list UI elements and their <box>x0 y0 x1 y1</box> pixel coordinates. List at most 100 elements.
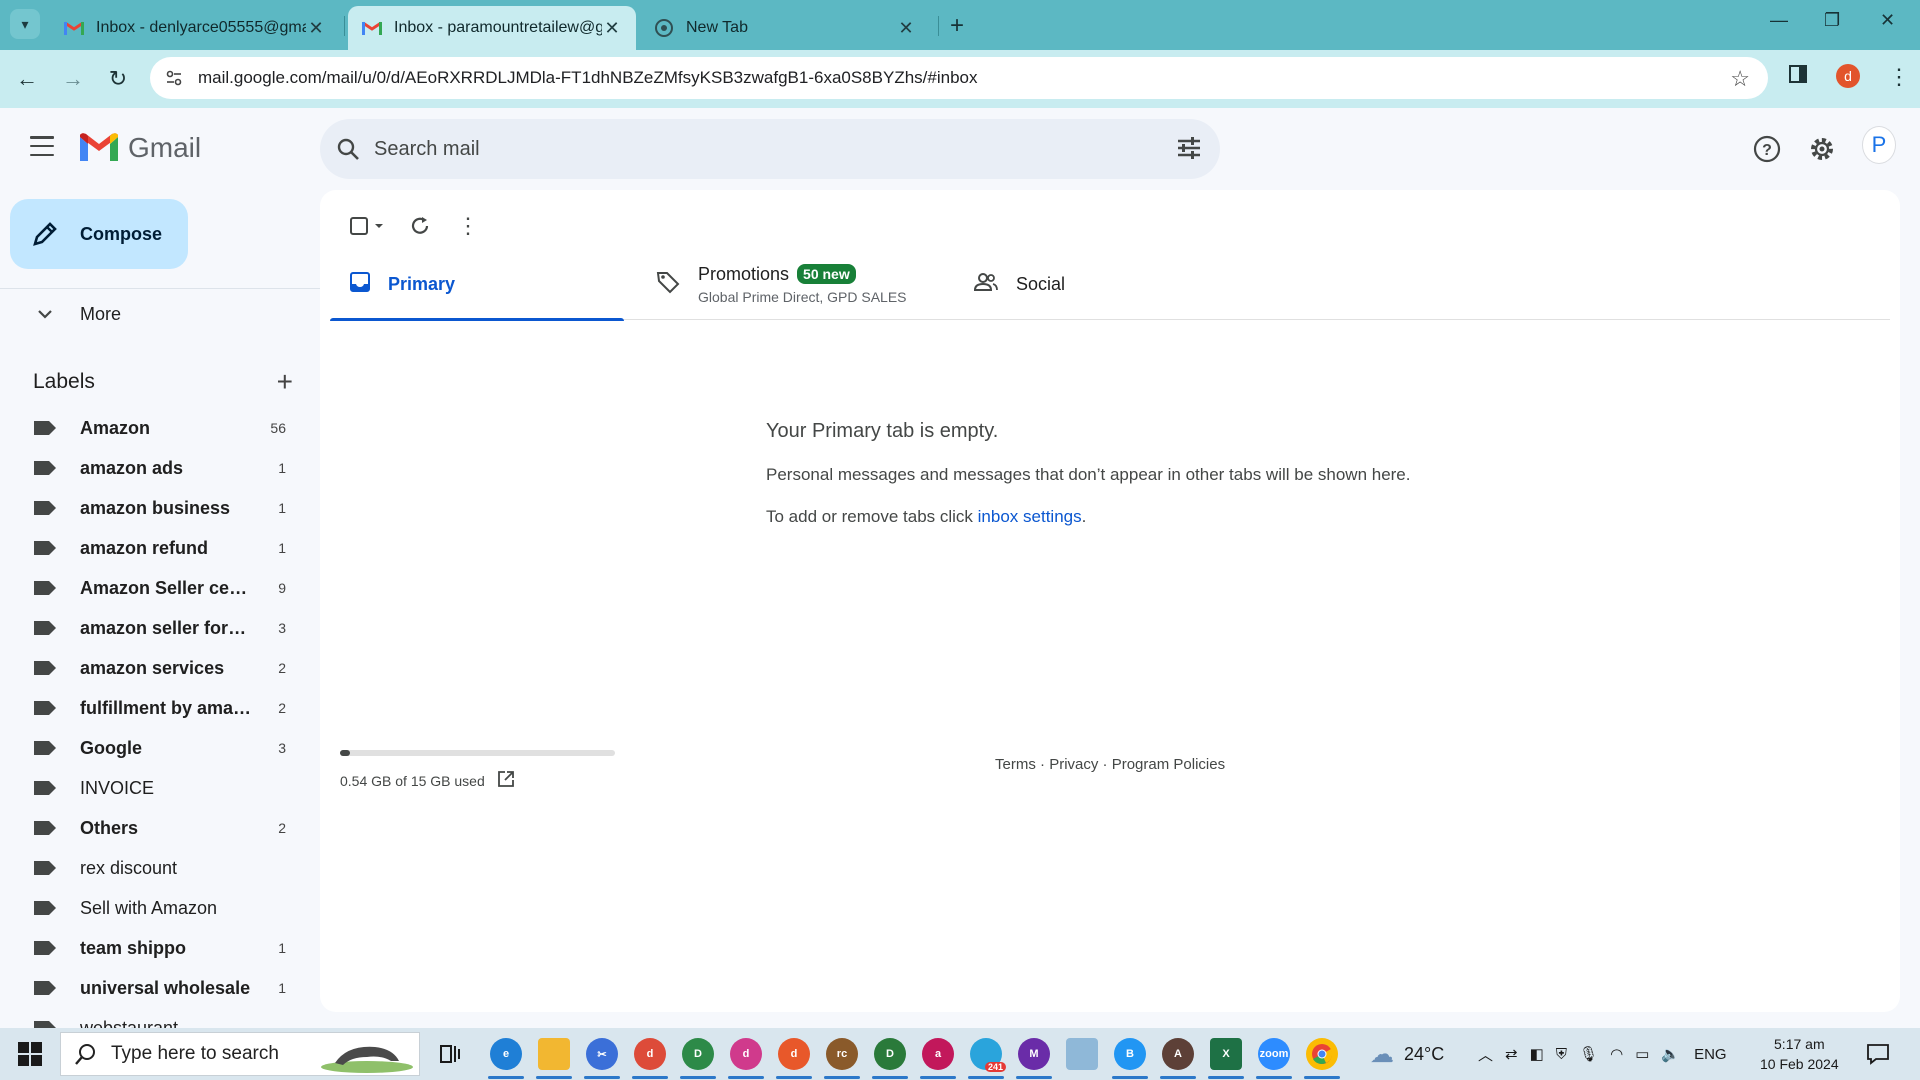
search-input[interactable] <box>374 137 1134 161</box>
sidebar-label-item[interactable]: Google 3 <box>0 728 300 768</box>
chrome-profile-icon[interactable]: B <box>1114 1038 1146 1070</box>
sidebar-item-more[interactable]: More <box>0 296 300 332</box>
sidebar-label-item[interactable]: amazon ads 1 <box>0 448 300 488</box>
search-icon[interactable] <box>336 137 360 161</box>
label-unread-count: 3 <box>278 740 286 756</box>
google-account-avatar[interactable]: P <box>1862 126 1896 164</box>
network-transfer-icon[interactable]: ⇄ <box>1505 1045 1518 1063</box>
show-hidden-icons-chevron-icon[interactable]: ︿ <box>1478 1044 1493 1065</box>
sidebar-label-item[interactable]: Others 2 <box>0 808 300 848</box>
edge-browser-icon[interactable]: e <box>490 1038 522 1070</box>
weather-widget[interactable]: ☁ 24°C <box>1370 1028 1444 1080</box>
search-bar[interactable] <box>320 119 1220 179</box>
telegram-icon[interactable]: 241 <box>970 1038 1006 1072</box>
back-arrow-icon[interactable]: ← <box>12 64 42 94</box>
external-link-icon[interactable] <box>497 770 515 791</box>
chrome-profile-icon[interactable]: D <box>682 1038 714 1070</box>
chrome-profile-icon[interactable]: d <box>730 1038 762 1070</box>
chrome-profile-icon[interactable]: a <box>922 1038 954 1070</box>
settings-gear-icon[interactable] <box>1805 132 1839 166</box>
chrome-profile-icon[interactable]: M <box>1018 1038 1050 1070</box>
tab-primary[interactable]: Primary <box>330 248 624 321</box>
notepad-icon[interactable] <box>1066 1038 1098 1070</box>
browser-profile-avatar[interactable]: d <box>1836 64 1860 88</box>
wifi-icon[interactable]: ◠ <box>1610 1045 1623 1063</box>
inbox-settings-link[interactable]: inbox settings <box>978 507 1082 526</box>
sidebar-label-item[interactable]: amazon seller foru... 3 <box>0 608 300 648</box>
close-icon[interactable]: ✕ <box>896 18 916 39</box>
taskbar-search-box[interactable]: Type here to search <box>60 1032 420 1076</box>
sidebar-label-item[interactable]: Amazon 56 <box>0 408 300 448</box>
chrome-profile-icon[interactable]: D <box>874 1038 906 1070</box>
close-icon[interactable]: ✕ <box>306 18 326 39</box>
sidebar-label-item[interactable]: fulfillment by amaz... 2 <box>0 688 300 728</box>
sidebar-label-item[interactable]: amazon refund 1 <box>0 528 300 568</box>
tab-promotions[interactable]: Promotions 50 new Global Prime Direct, G… <box>656 248 907 320</box>
file-explorer-icon[interactable] <box>538 1038 570 1070</box>
sidebar-label-item[interactable]: amazon services 2 <box>0 648 300 688</box>
microphone-icon[interactable]: 🎙 <box>1579 1045 1598 1063</box>
excel-icon[interactable]: X <box>1210 1038 1242 1070</box>
forward-arrow-icon[interactable]: → <box>58 64 88 94</box>
label-name: amazon refund <box>80 537 209 558</box>
browser-tab-1[interactable]: Inbox - denlyarce05555@gmail.com - Gmail… <box>50 6 340 50</box>
refresh-icon[interactable] <box>400 206 440 246</box>
bookmark-star-icon[interactable]: ☆ <box>1730 66 1750 92</box>
security-shield-icon[interactable]: ⛨ <box>1556 1046 1567 1063</box>
create-label-plus-icon[interactable]: + <box>277 368 293 396</box>
weather-cloud-icon: ☁ <box>1370 1040 1394 1068</box>
profile-initial: d <box>1836 64 1860 88</box>
side-panel-icon[interactable] <box>1788 64 1808 89</box>
reload-icon[interactable]: ↻ <box>103 64 133 94</box>
browser-tab-2[interactable]: Inbox - paramountretailew@gmail.com - Gm… <box>348 6 636 50</box>
close-icon[interactable]: ✕ <box>602 18 622 39</box>
battery-icon[interactable]: ▭ <box>1635 1045 1649 1063</box>
main-menu-icon[interactable] <box>30 136 54 156</box>
storage-bar-fill <box>340 750 350 756</box>
chrome-profile-icon[interactable]: d <box>634 1038 666 1070</box>
browser-menu-icon[interactable]: ⋮ <box>1888 64 1910 90</box>
support-help-icon[interactable]: ? <box>1750 132 1784 166</box>
gmail-logo[interactable]: Gmail <box>80 132 201 164</box>
restore-icon[interactable]: ❐ <box>1824 10 1840 31</box>
chrome-profile-icon[interactable]: rc <box>826 1038 858 1070</box>
sidebar-label-item[interactable]: universal wholesale 1 <box>0 968 300 1008</box>
zoom-icon[interactable]: zoom <box>1258 1038 1290 1070</box>
tab-social[interactable]: Social <box>973 248 1065 320</box>
compose-button[interactable]: Compose <box>10 199 188 269</box>
sidebar-label-item[interactable]: amazon business 1 <box>0 488 300 528</box>
address-bar[interactable]: mail.google.com/mail/u/0/d/AEoRXRRDLJMDl… <box>150 57 1768 99</box>
tab-promotions-label: Promotions <box>698 263 790 284</box>
sidebar-label-item[interactable]: webstaurant <box>0 1008 300 1028</box>
chrome-profile-icon[interactable]: d <box>778 1038 810 1070</box>
tab-title: Inbox - denlyarce05555@gmail.com - Gmail <box>96 19 306 36</box>
snipping-tool-icon[interactable]: ✂ <box>586 1038 618 1070</box>
select-checkbox[interactable] <box>340 206 394 246</box>
sidebar-label-item[interactable]: Sell with Amazon <box>0 888 300 928</box>
sidebar-label-item[interactable]: INVOICE <box>0 768 300 808</box>
system-clock[interactable]: 5:17 am 10 Feb 2024 <box>1760 1034 1839 1074</box>
chrome-profile-icon[interactable]: A <box>1162 1038 1194 1070</box>
minimize-icon[interactable]: — <box>1770 10 1788 31</box>
more-options-icon[interactable]: ⋮ <box>448 206 488 246</box>
windows-taskbar: Type here to search e ✂ d D d d rc D a 2… <box>0 1028 1920 1080</box>
task-view-icon[interactable] <box>434 1038 466 1070</box>
chrome-icon[interactable] <box>1306 1038 1338 1070</box>
program-policies-link[interactable]: Program Policies <box>1112 756 1225 773</box>
site-info-icon[interactable] <box>162 66 186 90</box>
windows-start-icon[interactable] <box>18 1042 42 1071</box>
sidebar-label-item[interactable]: Amazon Seller cent... 9 <box>0 568 300 608</box>
input-language[interactable]: ENG <box>1694 1046 1727 1063</box>
app-tray-icon[interactable]: ◧ <box>1530 1045 1544 1063</box>
new-tab-plus-icon[interactable]: + <box>950 12 964 40</box>
browser-tab-3[interactable]: New Tab ✕ <box>640 6 930 50</box>
volume-icon[interactable]: 🔈 <box>1661 1045 1680 1063</box>
notification-center-icon[interactable] <box>1866 1028 1890 1080</box>
sidebar-label-item[interactable]: team shippo 1 <box>0 928 300 968</box>
sidebar-label-item[interactable]: rex discount <box>0 848 300 888</box>
search-options-icon[interactable] <box>1176 135 1202 166</box>
window-close-icon[interactable]: ✕ <box>1880 10 1895 31</box>
terms-link[interactable]: Terms <box>995 756 1036 773</box>
tab-search-button[interactable]: ▾ <box>10 9 40 39</box>
privacy-link[interactable]: Privacy <box>1049 756 1098 773</box>
